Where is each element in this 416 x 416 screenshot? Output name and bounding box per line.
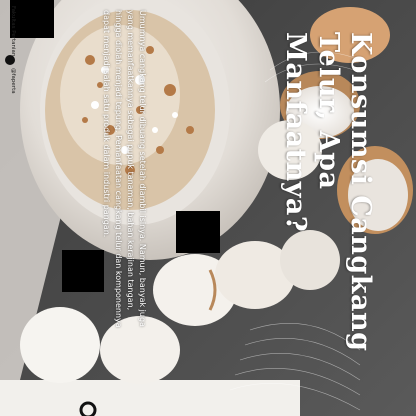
social-handle-2: @faperta xyxy=(10,68,16,94)
poster-title: Konsumsi Cangkang Telur, Apa Manfaatnya? xyxy=(280,32,376,352)
social-handle-1: Fakultas Pertanian xyxy=(10,6,16,57)
poster-image: Konsumsi Cangkang Telur, Apa Manfaatnya?… xyxy=(0,0,416,416)
social-handles: Fakultas Pertanian @faperta xyxy=(4,6,16,306)
poster-body-text: Umumnya cangkang telur dibuang setelah d… xyxy=(102,10,147,328)
rotated-text-layer: Konsumsi Cangkang Telur, Apa Manfaatnya?… xyxy=(0,0,416,416)
